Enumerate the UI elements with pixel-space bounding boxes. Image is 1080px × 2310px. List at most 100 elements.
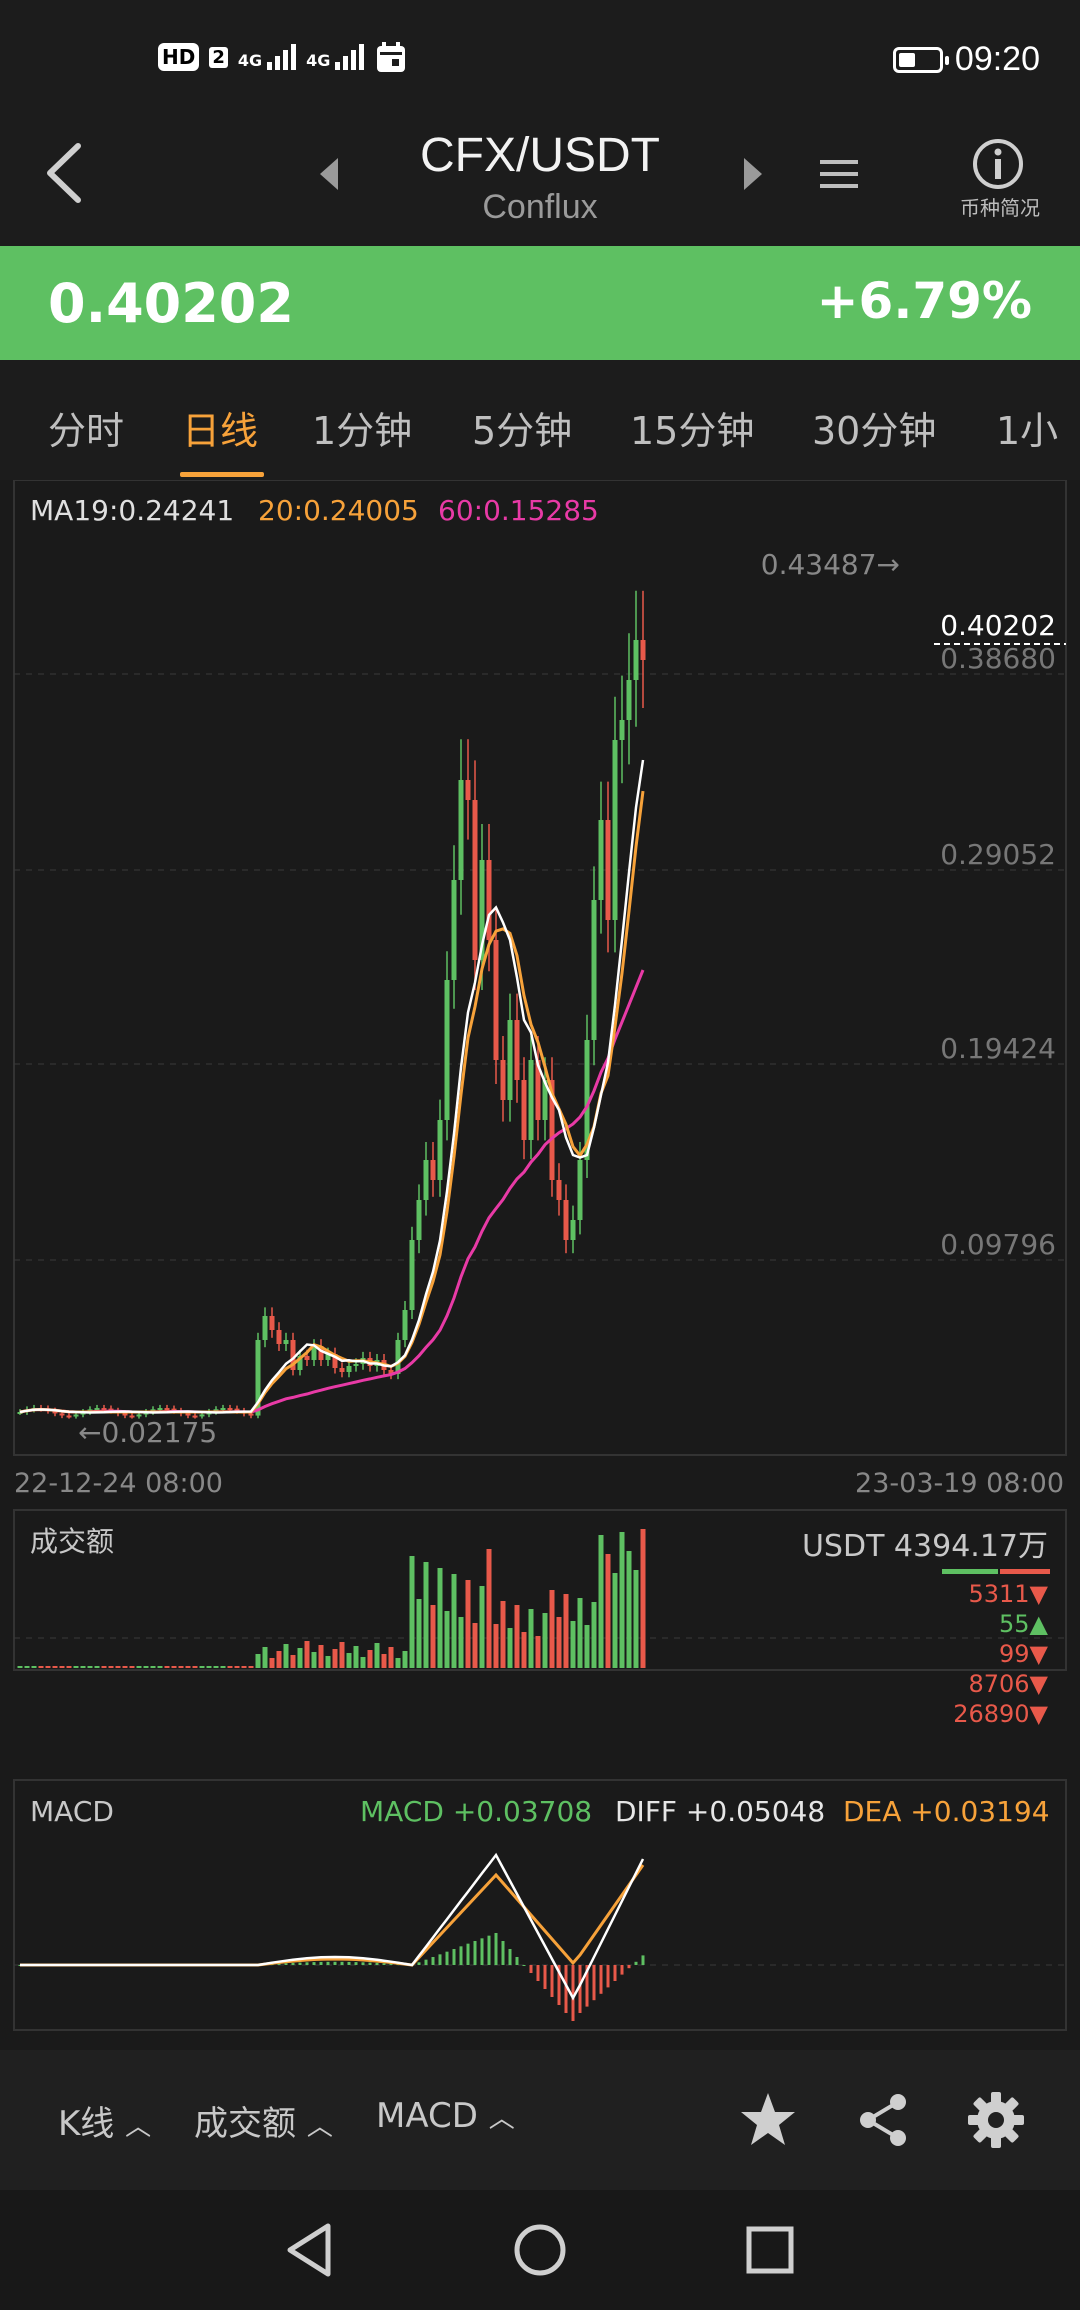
volume-bar <box>437 1568 443 1668</box>
diff-value: DIFF +0.05048 <box>615 1795 825 1828</box>
volume-bar <box>318 1645 324 1668</box>
volume-bar <box>416 1599 422 1668</box>
candle-body <box>619 720 625 740</box>
volume-bar <box>297 1648 303 1668</box>
volume-bar <box>500 1601 506 1668</box>
tab-1min[interactable]: 1分钟 <box>312 400 412 455</box>
nav-home-icon[interactable] <box>510 2220 570 2280</box>
share-icon[interactable] <box>856 2092 912 2148</box>
volume-bar <box>577 1598 583 1668</box>
tab-30min[interactable]: 30分钟 <box>812 400 936 455</box>
volume-bar <box>59 1666 65 1668</box>
volume-list-item: 8706▼ <box>968 1670 1048 1698</box>
macd-bar <box>452 1949 456 1965</box>
status-left: HD 2 4G 4G <box>158 40 408 74</box>
volume-total: USDT 4394.17万 <box>802 1529 1048 1564</box>
y-tick-3: 0.09796 <box>940 1228 1056 1261</box>
clock: 09:20 <box>954 40 1040 78</box>
macd-bar <box>424 1959 428 1965</box>
volume-bar <box>640 1529 646 1668</box>
volume-bar <box>304 1641 310 1668</box>
volume-bar <box>605 1554 611 1668</box>
candle-body <box>402 1310 408 1340</box>
volume-bar <box>332 1649 338 1668</box>
info-icon[interactable] <box>970 136 1026 192</box>
nav-back-icon[interactable] <box>280 2220 340 2280</box>
volume-bar <box>374 1643 380 1668</box>
volume-bar <box>367 1650 373 1668</box>
volume-bar <box>360 1657 366 1668</box>
pair-name: Conflux <box>482 188 598 226</box>
tab-daily[interactable]: 日线 <box>182 400 258 455</box>
last-price: 0.40202 <box>48 272 294 335</box>
macd-bar <box>382 1963 386 1965</box>
volume-bar <box>45 1666 51 1668</box>
macd-bar <box>515 1957 519 1965</box>
candle-body <box>444 980 450 1120</box>
volume-bar <box>129 1666 135 1668</box>
candle-body <box>626 680 632 720</box>
sim-badge: 2 <box>209 46 228 68</box>
volume-bar <box>276 1651 282 1668</box>
macd-bar <box>627 1965 631 1969</box>
volume-bar <box>311 1652 317 1668</box>
volume-bar <box>31 1666 37 1668</box>
tab-15min[interactable]: 15分钟 <box>630 400 754 455</box>
menu-icon[interactable] <box>818 156 860 192</box>
kline-selector[interactable]: K线 ︿ <box>58 2096 151 2145</box>
volume-bar <box>479 1586 485 1668</box>
volume-bar <box>353 1646 359 1668</box>
candle-body <box>605 820 611 920</box>
macd-bar <box>417 1962 421 1965</box>
volume-bar <box>38 1666 44 1668</box>
tab-5min[interactable]: 5分钟 <box>472 400 572 455</box>
volume-bar <box>269 1658 275 1668</box>
volume-bar <box>430 1605 436 1668</box>
ma60-label: 60:0.15285 <box>438 494 599 527</box>
volume-bar <box>598 1535 604 1668</box>
macd-bar <box>473 1941 477 1965</box>
next-pair-icon[interactable] <box>742 154 764 194</box>
volume-selector[interactable]: 成交额 ︿ <box>194 2096 333 2145</box>
hd-badge: HD <box>158 43 200 71</box>
chart-area: MA19:0.24241 20:0.24005 60:0.15285 0.386… <box>0 479 1080 2050</box>
candle-body <box>514 1020 520 1080</box>
candle-body <box>346 1366 352 1372</box>
volume-bar <box>262 1647 268 1668</box>
volume-bar <box>199 1666 205 1668</box>
volume-bar <box>472 1623 478 1668</box>
volume-bar <box>444 1611 450 1668</box>
main-gridlines <box>14 673 1066 1261</box>
tab-fenshi[interactable]: 分时 <box>48 400 124 455</box>
nav-recents-icon[interactable] <box>740 2220 800 2280</box>
y-tick-1: 0.29052 <box>940 838 1056 871</box>
settings-gear-icon[interactable] <box>966 2090 1026 2150</box>
candle-body <box>227 1408 233 1411</box>
candle-body <box>423 1160 429 1200</box>
candle-body <box>395 1340 401 1374</box>
date-end: 23-03-19 08:00 <box>855 1468 1064 1499</box>
volume-bar <box>115 1666 121 1668</box>
battery-icon <box>892 46 949 73</box>
candle-body <box>612 740 618 920</box>
candle-body <box>465 780 471 800</box>
chart-svg[interactable]: MA19:0.24241 20:0.24005 60:0.15285 0.386… <box>0 479 1080 2050</box>
volume-bar <box>122 1666 128 1668</box>
volume-bar <box>192 1666 198 1668</box>
candle-body <box>66 1415 72 1418</box>
tab-1hour[interactable]: 1小 <box>996 400 1058 455</box>
macd-title: MACD <box>30 1795 114 1828</box>
volume-bar <box>556 1617 562 1668</box>
macd-bar <box>368 1962 372 1965</box>
candle-body <box>437 1120 443 1180</box>
volume-bar <box>24 1666 30 1668</box>
candlesticks <box>17 590 646 1419</box>
macd-selector[interactable]: MACD ︿ <box>376 2096 515 2136</box>
volume-bar <box>164 1666 170 1668</box>
coin-info-label[interactable]: 币种简况 <box>960 192 1040 221</box>
ma19-label: MA19:0.24241 <box>30 494 234 527</box>
macd-bar <box>634 1961 638 1965</box>
star-icon[interactable] <box>738 2090 798 2150</box>
macd-bar <box>606 1965 610 1988</box>
volume-bar <box>171 1666 177 1668</box>
